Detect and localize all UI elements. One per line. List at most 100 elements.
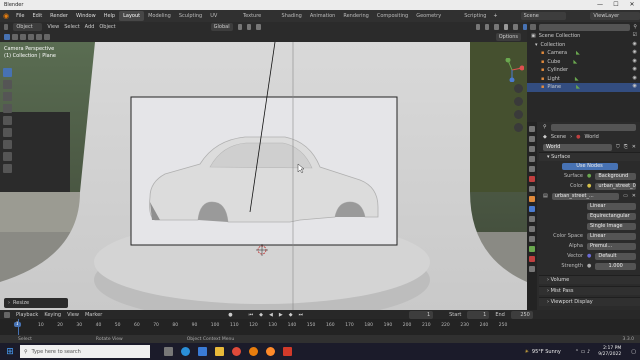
zoom-icon[interactable]: [514, 84, 523, 93]
jump-start-icon[interactable]: ⏮: [249, 312, 254, 318]
taskbar-search-box[interactable]: ⚲ Type here to search: [20, 345, 150, 358]
blender-logo-icon[interactable]: ◉: [0, 12, 12, 20]
transform-tool-icon[interactable]: [3, 128, 12, 137]
blender-app-icon[interactable]: [249, 347, 258, 356]
projection-select[interactable]: Equirectangular: [587, 212, 636, 220]
menu-file[interactable]: File: [12, 13, 28, 19]
add-cube-tool-icon[interactable]: [3, 164, 12, 173]
select-mode-intersect-icon[interactable]: [44, 34, 50, 40]
measure-tool-icon[interactable]: [3, 152, 12, 161]
current-frame-field[interactable]: 1: [409, 310, 434, 319]
collection-tab-icon[interactable]: [529, 186, 535, 192]
tab-compositing[interactable]: Compositing: [373, 11, 412, 21]
pivot-icon[interactable]: [237, 24, 242, 30]
select-mode-invert-icon[interactable]: [36, 34, 42, 40]
shading-solid-icon[interactable]: [503, 24, 509, 30]
3d-viewport[interactable]: Camera Perspective (1) Collection | Plan…: [0, 42, 527, 310]
interpolation-select[interactable]: Linear: [587, 202, 636, 210]
editor-type-icon[interactable]: [4, 24, 9, 30]
select-mode-extend-icon[interactable]: [20, 34, 26, 40]
mist-pass-section-header[interactable]: › Mist Pass: [539, 286, 640, 295]
surface-value-field[interactable]: Background: [595, 172, 636, 180]
volume-section-header[interactable]: › Volume: [539, 275, 640, 284]
tab-layout[interactable]: Layout: [119, 11, 145, 21]
checkbox-icon[interactable]: ☑: [633, 32, 637, 38]
properties-search-input[interactable]: [550, 123, 636, 131]
outliner-item-plane[interactable]: ▪ Plane ◣: [527, 83, 640, 92]
outliner-item-cube[interactable]: ▪ Cube ◣: [527, 58, 640, 67]
alpha-select[interactable]: Premul...: [587, 242, 636, 250]
timeline-editor-icon[interactable]: [4, 311, 10, 318]
object-tab-icon[interactable]: [529, 196, 535, 202]
image-name-field[interactable]: urban_street_...: [551, 192, 620, 200]
tab-scripting[interactable]: Scripting: [460, 11, 490, 21]
colorspace-select[interactable]: Linear: [587, 232, 636, 240]
menu-add[interactable]: Add: [85, 24, 95, 30]
tab-uv-editing[interactable]: UV Editing: [206, 11, 239, 29]
output-tab-icon[interactable]: [529, 146, 535, 152]
menu-render[interactable]: Render: [46, 13, 72, 19]
mode-selector[interactable]: Object Mode: [13, 23, 43, 38]
scene-tab-icon[interactable]: [529, 166, 535, 172]
menu-select[interactable]: Select: [64, 24, 79, 30]
play-reverse-icon[interactable]: ◀: [269, 312, 273, 318]
tab-animation[interactable]: Animation: [306, 11, 340, 21]
view-layer-tab-icon[interactable]: [529, 156, 535, 162]
outliner-item-cylinder[interactable]: ▪ Cylinder: [527, 66, 640, 75]
tab-shading[interactable]: Shading: [278, 11, 306, 21]
annotate-tool-icon[interactable]: [3, 140, 12, 149]
tab-geometry-nodes[interactable]: Geometry Nodes: [412, 11, 460, 29]
windows-start-icon[interactable]: ⊞: [0, 347, 20, 357]
menu-object[interactable]: Object: [99, 24, 115, 30]
options-button[interactable]: Options: [495, 33, 521, 41]
prev-key-icon[interactable]: ◆: [259, 312, 263, 318]
use-nodes-button[interactable]: Use Nodes: [561, 162, 618, 170]
weather-icon[interactable]: ☀: [524, 349, 528, 355]
eye-icon[interactable]: ◉: [633, 66, 637, 72]
outliner-item-scene-collection[interactable]: ▣ Scene Collection: [527, 32, 640, 41]
copy-icon[interactable]: ⎘: [624, 144, 628, 150]
visibility-icon[interactable]: [475, 24, 481, 30]
shading-material-icon[interactable]: [513, 24, 518, 30]
eye-icon[interactable]: ◉: [633, 49, 637, 55]
tray-icons[interactable]: ⌃ ▭ ♪: [575, 349, 590, 355]
recorder-app-icon[interactable]: [283, 347, 292, 356]
orientation-selector[interactable]: Global: [210, 23, 233, 31]
fake-user-icon[interactable]: ⛉: [616, 144, 620, 150]
file-explorer-icon[interactable]: [215, 347, 224, 356]
menu-keying[interactable]: Keying: [44, 312, 61, 318]
chrome-icon[interactable]: [232, 347, 241, 356]
edge-icon[interactable]: [181, 347, 190, 356]
menu-help[interactable]: Help: [100, 13, 119, 19]
color-value-field[interactable]: urban_street_0...: [595, 182, 636, 190]
select-box-icon[interactable]: [4, 34, 10, 40]
tab-modeling[interactable]: Modeling: [144, 11, 175, 21]
render-tab-icon[interactable]: [529, 136, 535, 142]
minimize-button[interactable]: —: [592, 0, 608, 10]
timeline-track[interactable]: 1 10203040506070809010011012013014015016…: [0, 319, 640, 335]
material-tab-icon[interactable]: [529, 256, 535, 262]
outliner-item-light[interactable]: ▪ Light ◣: [527, 75, 640, 84]
menu-window[interactable]: Window: [72, 13, 100, 19]
jump-end-icon[interactable]: ⏭: [299, 312, 304, 318]
firefox-icon[interactable]: [266, 347, 275, 356]
menu-marker[interactable]: Marker: [85, 312, 102, 318]
maximize-button[interactable]: ☐: [608, 0, 624, 10]
start-frame-field[interactable]: 1: [467, 310, 490, 319]
data-tab-icon[interactable]: [529, 246, 535, 252]
world-tab-icon[interactable]: [529, 176, 535, 182]
tab-sculpting[interactable]: Sculpting: [175, 11, 206, 21]
scale-tool-icon[interactable]: [3, 116, 12, 125]
windows-icon[interactable]: [198, 347, 207, 356]
perspective-toggle-icon[interactable]: [514, 123, 523, 132]
hand-pan-icon[interactable]: [514, 97, 523, 106]
source-select[interactable]: Single Image: [587, 222, 636, 230]
unlink-image-icon[interactable]: ✕: [632, 193, 636, 199]
texture-tab-icon[interactable]: [529, 266, 535, 272]
outliner-item-collection[interactable]: ▾ Collection: [527, 41, 640, 50]
select-mode-subtract-icon[interactable]: [28, 34, 34, 40]
modifier-tab-icon[interactable]: [529, 206, 535, 212]
unlink-icon[interactable]: ✕: [632, 144, 636, 150]
close-button[interactable]: ✕: [624, 0, 640, 10]
cursor-tool-icon[interactable]: [3, 80, 12, 89]
